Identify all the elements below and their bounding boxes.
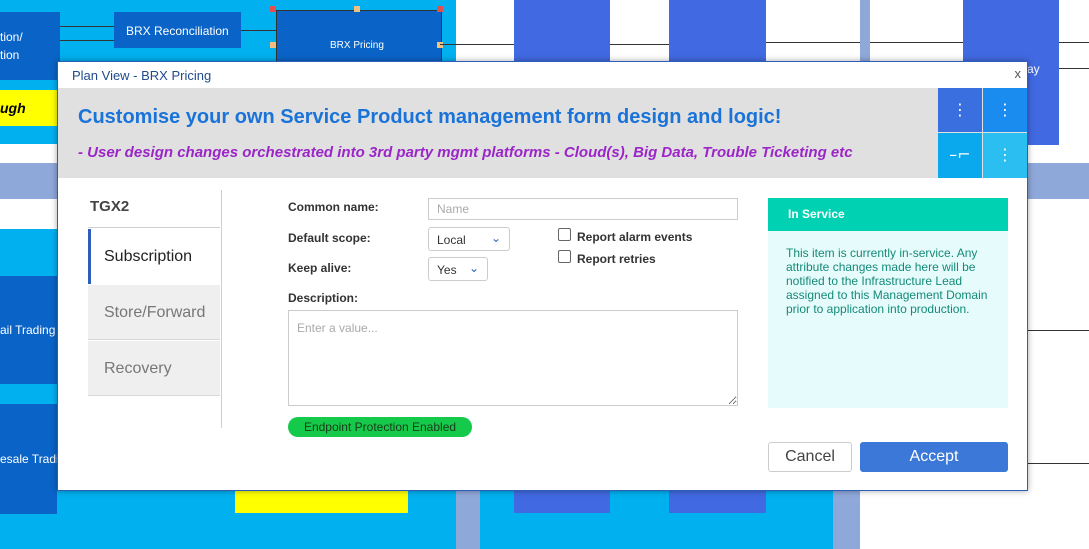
default-scope-select[interactable]: Local ⌄ <box>428 227 510 251</box>
pricing-label: BRX Pricing <box>330 40 384 51</box>
endpoint-protection-badge[interactable]: Endpoint Protection Enabled <box>288 417 472 437</box>
connector <box>1059 42 1089 43</box>
banner-subheading: - User design changes orchestrated into … <box>78 144 853 161</box>
kebab-menu-icon[interactable]: ⋮ <box>983 88 1027 132</box>
promo-banner: Customise your own Service Product manag… <box>58 88 1027 178</box>
diagram-box-label: ay <box>1027 62 1040 76</box>
resize-handle[interactable] <box>437 6 443 12</box>
resize-handle[interactable] <box>354 6 360 12</box>
keep-alive-label: Keep alive: <box>288 261 352 275</box>
chevron-down-icon: ⌄ <box>468 261 479 275</box>
vertical-divider <box>860 0 870 62</box>
description-label: Description: <box>288 291 359 305</box>
diagram-box[interactable] <box>514 0 610 62</box>
cancel-button[interactable]: Cancel <box>768 442 852 472</box>
common-name-label: Common name: <box>288 200 379 214</box>
resize-handle[interactable] <box>270 42 276 48</box>
diagram-box-label: ail Trading <box>0 323 56 337</box>
yellow-box-label: ugh <box>0 100 26 116</box>
diagram-box[interactable] <box>514 490 610 513</box>
tab-subscription[interactable]: Subscription <box>88 229 220 284</box>
resize-handle[interactable] <box>270 6 276 12</box>
modal-title: Plan View - BRX Pricing <box>72 68 212 83</box>
kebab-menu-icon[interactable]: ⋮ <box>938 88 982 132</box>
pricing-box[interactable] <box>276 10 442 64</box>
tab-store-forward[interactable]: Store/Forward <box>88 285 220 340</box>
chevron-down-icon: ⌄ <box>490 231 501 245</box>
status-title: In Service <box>768 198 1008 231</box>
resize-handle[interactable] <box>437 42 443 48</box>
tab-recovery[interactable]: Recovery <box>88 341 220 396</box>
report-alarm-checkbox[interactable] <box>558 228 571 241</box>
reconciliation-label: BRX Reconciliation <box>126 24 229 38</box>
connector <box>60 40 114 41</box>
report-retries-label: Report retries <box>577 252 656 266</box>
accept-button[interactable]: Accept <box>860 442 1008 472</box>
connector <box>60 26 114 27</box>
diagram-box-label: esale Tradi <box>0 452 59 466</box>
report-retries-checkbox[interactable] <box>558 250 571 263</box>
tabs-header: TGX2 <box>88 190 220 228</box>
keep-alive-select[interactable]: Yes ⌄ <box>428 257 488 281</box>
connector <box>610 44 669 45</box>
status-panel: In Service This item is currently in-ser… <box>768 198 1008 408</box>
diagram-box[interactable] <box>669 490 766 513</box>
status-description: This item is currently in-service. Any a… <box>786 246 988 316</box>
common-name-input[interactable] <box>428 198 738 220</box>
connector <box>440 44 514 45</box>
minimize-icon[interactable]: –⌐ <box>938 133 982 178</box>
description-textarea[interactable] <box>288 310 738 406</box>
report-alarm-label: Report alarm events <box>577 230 693 244</box>
grey-blue-column-right <box>833 490 860 549</box>
keep-alive-value: Yes <box>437 263 457 277</box>
plan-view-modal: Plan View - BRX Pricing x Customise your… <box>57 61 1028 491</box>
kebab-menu-icon[interactable]: ⋮ <box>983 133 1027 178</box>
connector <box>1026 463 1089 464</box>
yellow-box[interactable] <box>235 490 408 513</box>
banner-heading: Customise your own Service Product manag… <box>78 106 782 128</box>
diagram-box[interactable] <box>669 0 766 62</box>
default-scope-value: Local <box>437 233 466 247</box>
white-strip <box>0 144 57 163</box>
close-icon[interactable]: x <box>1015 66 1022 81</box>
white-strip-2 <box>0 199 57 229</box>
vertical-tabs: TGX2 Subscription Store/Forward Recovery <box>88 190 222 428</box>
default-scope-label: Default scope: <box>288 231 371 245</box>
diagram-box-label: tion/ tion <box>0 30 23 62</box>
connector <box>241 30 276 31</box>
connector <box>1026 330 1089 331</box>
